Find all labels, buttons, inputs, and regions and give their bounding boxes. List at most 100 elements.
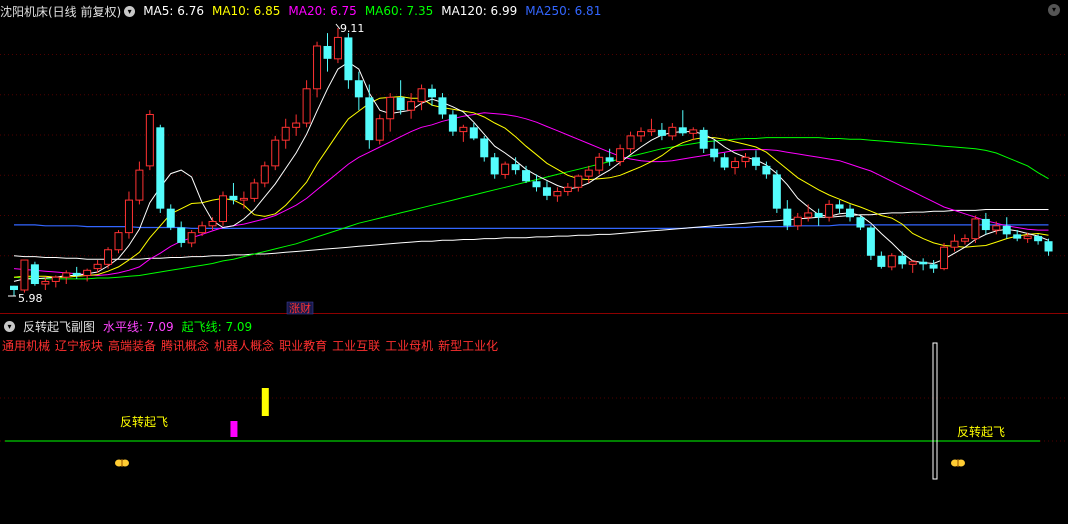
candle: [699, 127, 708, 154]
candle: [751, 150, 760, 171]
candle-body: [940, 246, 949, 270]
candle: [187, 230, 196, 248]
candle: [856, 215, 865, 231]
candle-body: [647, 129, 656, 133]
candle: [981, 212, 990, 235]
candle-body: [668, 126, 677, 137]
signal-label: 反转起飞: [957, 424, 1005, 439]
candle: [710, 140, 719, 162]
candle: [887, 253, 896, 271]
sub-chart: 反转起飞反转起飞: [5, 342, 1040, 480]
candle-body: [83, 269, 92, 276]
candle: [637, 127, 645, 142]
candle: [124, 191, 133, 239]
candle: [657, 123, 666, 141]
candle-body: [657, 129, 666, 136]
candle-body: [417, 88, 426, 103]
candle: [741, 153, 750, 168]
candle-body: [689, 129, 698, 134]
candle: [501, 161, 510, 179]
candle-body: [281, 126, 290, 141]
candle-body: [919, 261, 928, 265]
candle: [553, 187, 562, 202]
candle-body: [145, 113, 154, 167]
candle: [846, 204, 854, 222]
candle: [51, 275, 60, 288]
candle: [281, 118, 290, 149]
price-chart[interactable]: 9.115.98涨财 反转起飞反转起飞: [0, 0, 1068, 524]
candle-body: [198, 225, 207, 234]
candle: [459, 124, 468, 142]
candle-body: [720, 157, 729, 168]
ma10-line: [13, 95, 1049, 278]
candle-body: [616, 148, 625, 163]
candle: [166, 204, 175, 231]
candle-body: [595, 156, 604, 171]
candle: [83, 268, 92, 282]
candle-body: [260, 165, 269, 184]
candle-body: [678, 127, 687, 134]
candle-body: [783, 208, 792, 226]
signal-bar: [230, 421, 238, 437]
candle: [522, 165, 531, 183]
candle: [866, 225, 875, 261]
candle: [135, 161, 144, 205]
candle-body: [762, 165, 771, 175]
moving-average-lines: [13, 61, 1049, 282]
candle-body: [386, 96, 395, 120]
candle-body: [292, 122, 301, 128]
candle-body: [929, 264, 938, 269]
candle: [647, 118, 656, 136]
candle-body: [563, 186, 572, 193]
candle-body: [187, 232, 196, 244]
candle-body: [219, 195, 227, 223]
candle-body: [710, 148, 719, 158]
candle: [448, 110, 457, 136]
candle-body: [971, 218, 980, 240]
butterfly-icon: [951, 459, 965, 467]
ma20-line: [13, 112, 1049, 277]
candle: [156, 124, 165, 213]
candle: [313, 41, 322, 98]
candle: [260, 161, 269, 188]
candle-body: [62, 272, 71, 278]
candle-body: [124, 199, 133, 234]
candle-body: [1013, 234, 1022, 239]
candle-body: [239, 197, 248, 201]
candle-body: [375, 118, 384, 141]
candle-body: [30, 264, 39, 285]
candle-body: [407, 101, 416, 111]
candle: [689, 127, 698, 141]
candle-body: [626, 135, 635, 150]
candle-body: [365, 97, 374, 141]
candle: [407, 93, 416, 119]
signal-bar: [261, 388, 269, 416]
candle: [417, 84, 426, 111]
candle: [30, 261, 39, 286]
cursor-line: [932, 342, 938, 480]
candle: [940, 242, 949, 271]
candle-body: [846, 208, 854, 218]
grid-lines: [0, 54, 1068, 442]
candle-body: [574, 175, 583, 188]
candle: [772, 170, 781, 213]
candle: [563, 182, 572, 196]
candle-body: [772, 174, 781, 209]
candle-body: [428, 88, 436, 98]
candle: [825, 200, 834, 222]
candle-body: [699, 129, 708, 149]
candle: [114, 230, 123, 254]
candle: [386, 93, 395, 132]
candle-body: [208, 221, 217, 227]
candle: [396, 80, 405, 115]
candle: [239, 191, 248, 209]
candle-body: [793, 216, 802, 227]
candle-body: [605, 157, 614, 162]
candle-body: [501, 163, 510, 175]
candle-body: [553, 191, 562, 197]
candle-body: [333, 36, 342, 60]
candle-body: [438, 97, 447, 115]
candle: [616, 144, 625, 166]
candle-body: [459, 126, 468, 133]
low-price-label: 5.98: [18, 292, 43, 305]
